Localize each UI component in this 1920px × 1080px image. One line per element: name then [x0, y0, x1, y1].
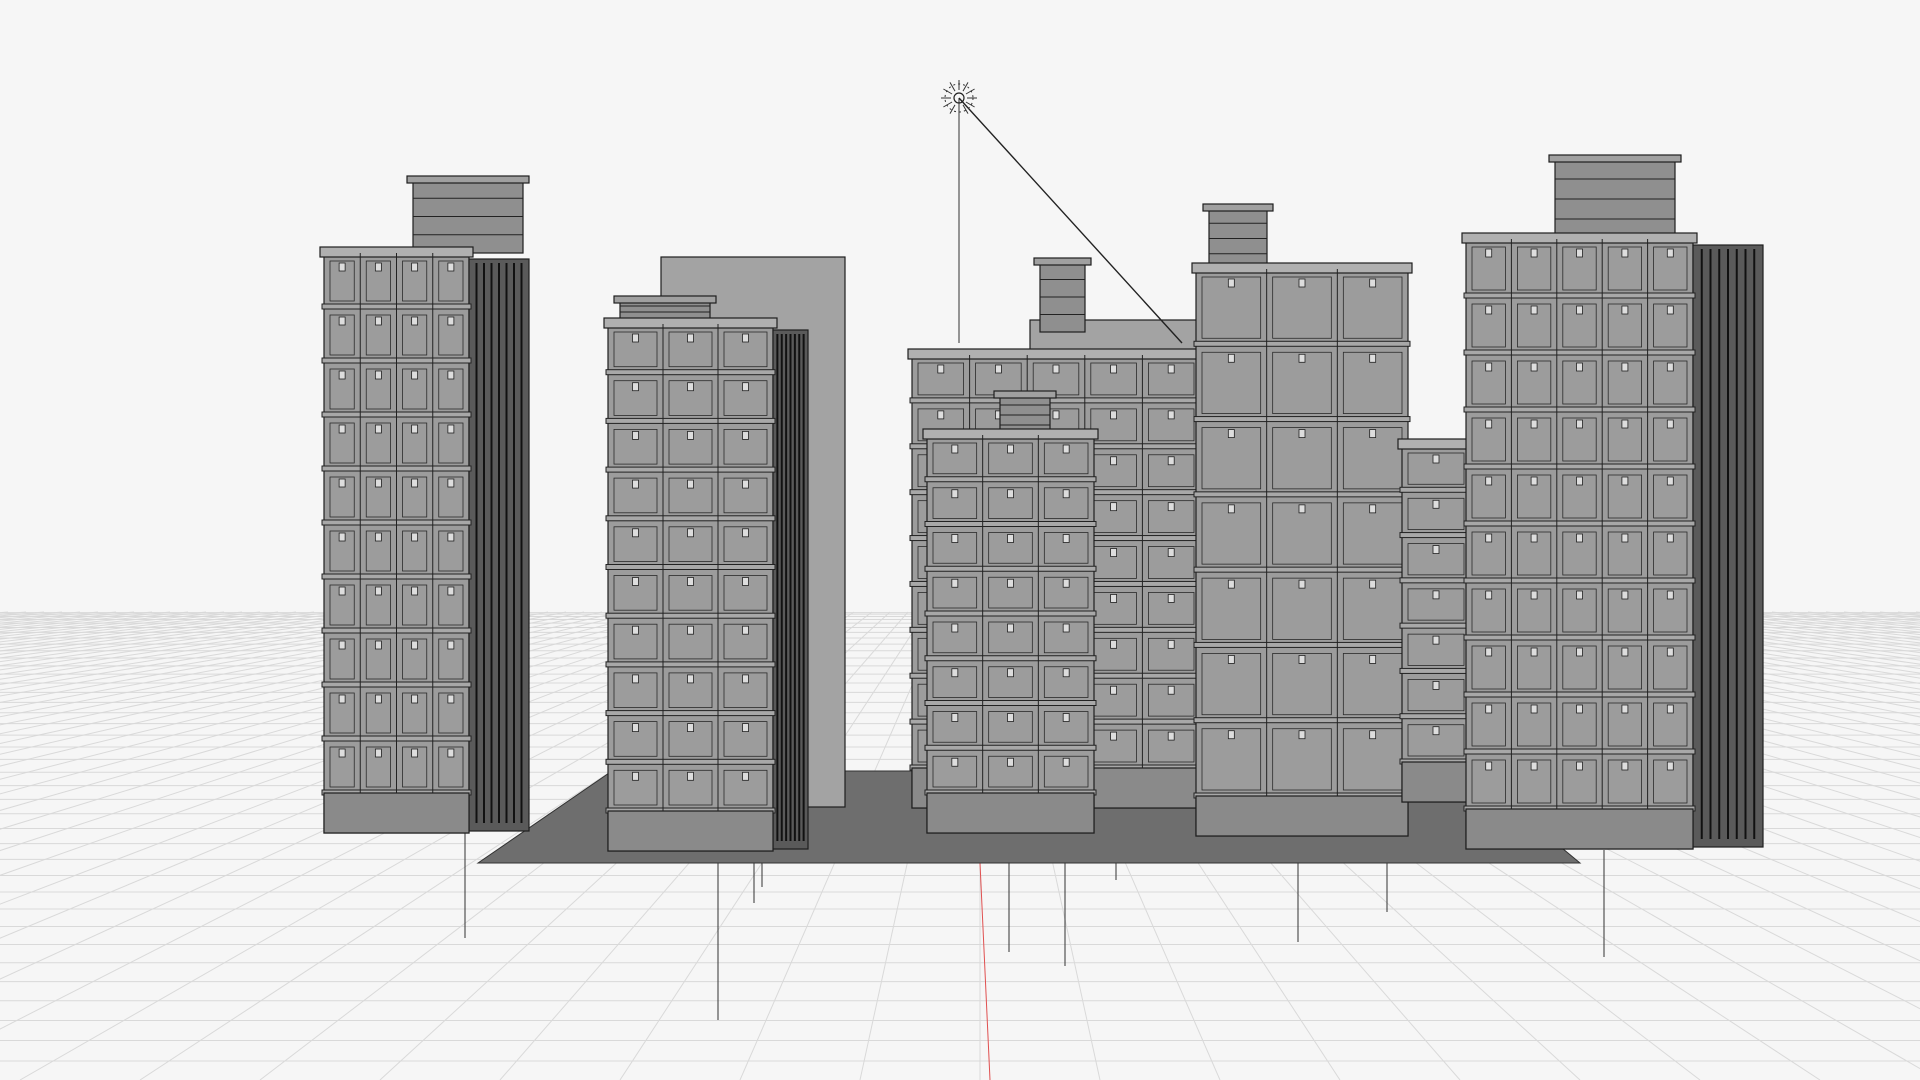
- scene-canvas[interactable]: [0, 0, 1920, 1080]
- building-right-connector[interactable]: [1397, 438, 1475, 803]
- x-axis-line: [979, 862, 991, 1080]
- building-left-tall[interactable]: [319, 175, 530, 834]
- building-center-front-small[interactable]: [922, 390, 1099, 834]
- building-right-tall[interactable]: [1461, 154, 1764, 850]
- 3d-viewport[interactable]: [0, 0, 1920, 1080]
- building-center-right[interactable]: [1191, 203, 1413, 837]
- building-center-left[interactable]: [603, 256, 846, 852]
